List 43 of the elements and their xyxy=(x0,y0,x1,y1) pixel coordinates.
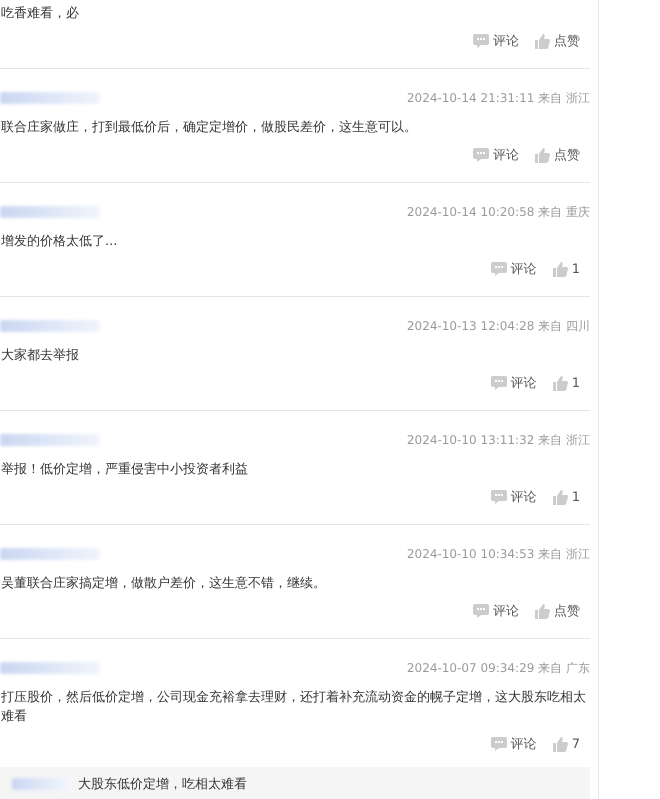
comment-icon xyxy=(473,148,489,162)
reply-text: 大股东低价定增，吃相太难看 xyxy=(78,776,247,793)
comment-time: 2024-10-10 13:11:32 来自 浙江 xyxy=(406,432,590,448)
thumbs-up-icon xyxy=(535,604,550,618)
like-button[interactable]: 1 xyxy=(552,488,580,506)
comment-button[interactable]: 评论 xyxy=(473,146,519,164)
thumbs-up-icon xyxy=(535,34,550,48)
comment-text: 大家都去举报 xyxy=(1,347,80,365)
comment-time: 2024-10-07 09:34:29 来自 广东 xyxy=(406,660,590,676)
thumbs-up-icon xyxy=(552,736,568,752)
comment-text: 举报！低价定增，严重侵害中小投资者利益 xyxy=(1,461,249,479)
comment-button[interactable]: 评论 xyxy=(490,735,537,753)
like-button[interactable]: 7 xyxy=(552,735,580,753)
comment-button[interactable]: 评论 xyxy=(490,488,537,506)
thumbs-up-icon xyxy=(535,148,550,162)
comment-button[interactable]: 评论 xyxy=(473,602,519,620)
thumbs-up-icon xyxy=(552,490,568,504)
comment-time: 2024-10-14 21:31:11 来自 浙江 xyxy=(406,90,590,106)
comment-icon xyxy=(490,262,507,276)
comment-icon xyxy=(490,737,507,751)
comment-button[interactable]: 评论 xyxy=(490,260,537,278)
comment-text: 打压股价，然后低价定增，公司现金充裕拿去理财，还打着补充流动资金的幌子定增，这大股东吃相太难看 xyxy=(1,689,587,726)
comment-text: 吃香难看，必 xyxy=(1,5,80,23)
comment-time: 2024-10-14 10:20:58 来自 重庆 xyxy=(406,204,590,220)
like-button[interactable]: 点赞 xyxy=(535,602,580,620)
like-button[interactable]: 点赞 xyxy=(535,146,580,164)
comment-icon xyxy=(473,34,489,48)
thumbs-up-icon xyxy=(552,376,568,390)
thumbs-up-icon xyxy=(552,262,568,276)
comment-button[interactable]: 评论 xyxy=(473,32,519,50)
comment-time: 2024-10-13 12:04:28 来自 四川 xyxy=(406,318,590,334)
comment-icon xyxy=(490,490,507,504)
comment-button[interactable]: 评论 xyxy=(490,374,537,392)
comment-icon xyxy=(490,376,507,390)
comment-text: 增发的价格太低了... xyxy=(1,233,118,251)
like-button[interactable]: 1 xyxy=(552,260,580,278)
comment-text: 吴董联合庄家搞定增，做散户差价，这生意不错，继续。 xyxy=(1,575,327,593)
comment-text: 联合庄家做庄，打到最低价后，确定定增价，做股民差价，这生意可以。 xyxy=(1,119,418,137)
like-button[interactable]: 1 xyxy=(552,374,580,392)
comment-time: 2024-10-10 10:34:53 来自 浙江 xyxy=(406,546,590,562)
blurred-username xyxy=(12,778,68,790)
like-button[interactable]: 点赞 xyxy=(535,32,580,50)
comment-icon xyxy=(473,604,489,618)
